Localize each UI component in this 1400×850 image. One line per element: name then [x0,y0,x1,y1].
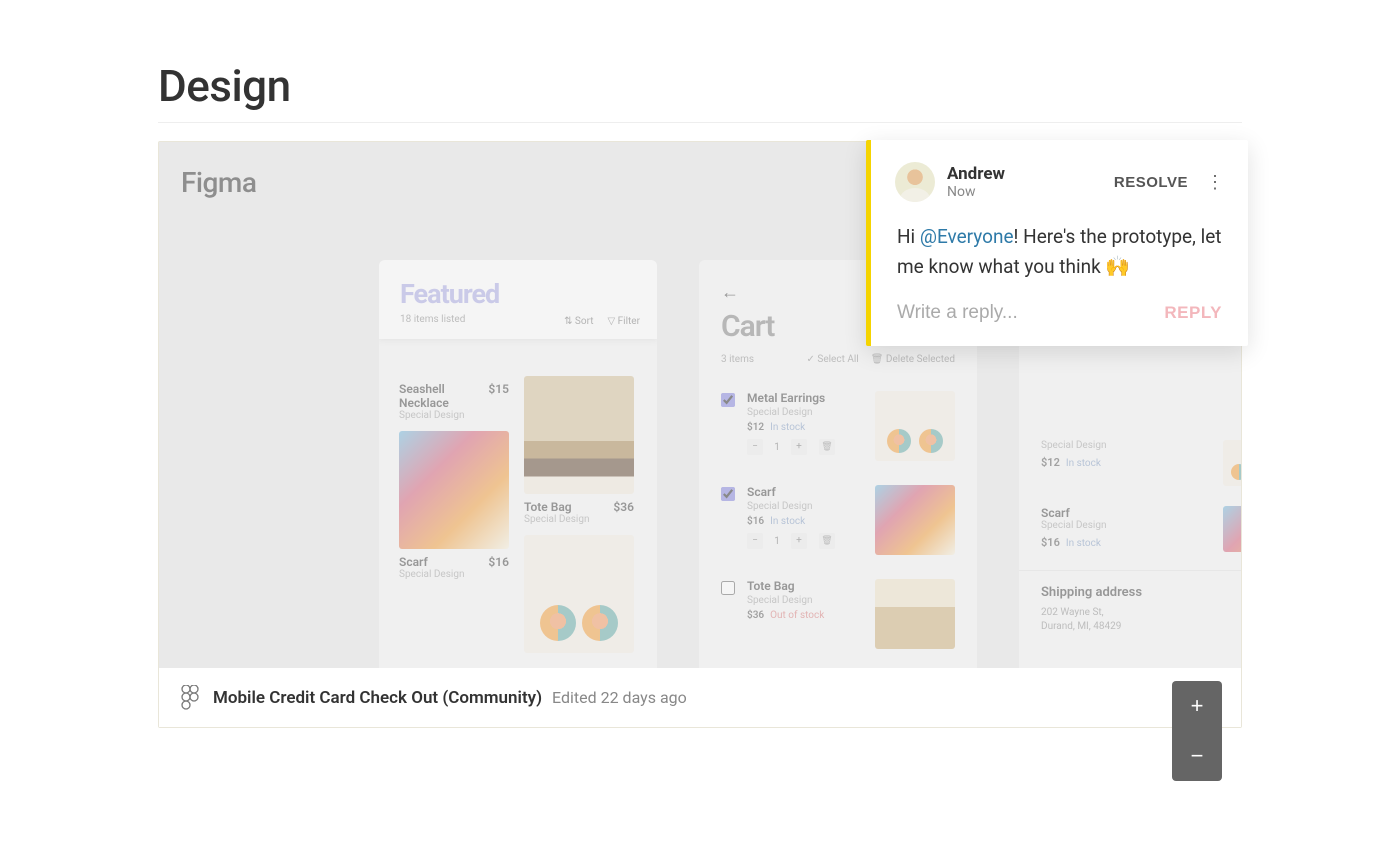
product-name: Seashell Necklace [399,382,488,410]
checkout-item-desc: Special Design [1041,440,1215,451]
select-all: ✓ Select All [807,354,859,365]
cart-item-desc: Special Design [747,407,863,418]
zoom-controls: + − [1172,681,1222,781]
filter-control: ▽ Filter [607,316,640,327]
product-name: Scarf [399,555,428,569]
address-line-2: Durand, MI, 48429 [1041,620,1241,634]
checkout-item-desc: Special Design [1041,520,1215,531]
sort-control: ⇅ Sort [564,316,593,327]
cart-item-desc: Special Design [747,501,863,512]
file-edited-meta: Edited 22 days ago [552,688,687,707]
featured-title: Featured [400,278,636,310]
product-price: $36 [613,500,634,514]
product-price: $16 [488,555,509,569]
checkout-item-price: $16 [1041,536,1060,549]
cart-item-thumb [875,485,955,555]
product-tile: Seashell Necklace$15 Special Design Scar… [399,376,509,653]
comment-author: Andrew [947,164,1005,184]
reply-button[interactable]: REPLY [1164,303,1222,323]
product-desc: Special Design [399,569,509,580]
file-name[interactable]: Mobile Credit Card Check Out (Community) [213,688,542,708]
cart-item-checkbox [721,393,735,407]
frame-featured: Seashell Necklace$15 Special Design Scar… [379,260,657,668]
embed-footer: Mobile Credit Card Check Out (Community)… [159,668,1241,727]
checkout-item-name: Scarf [1041,506,1215,520]
qty-plus: + [791,533,807,549]
cart-count: 3 items [721,354,754,365]
qty-value: 1 [767,536,787,547]
checkout-item: Special Design $12 In stock [1041,430,1241,496]
product-name: Tote Bag [524,500,572,514]
product-image [524,376,634,494]
comment-body: Hi @Everyone! Here's the prototype, let … [871,212,1248,298]
mention[interactable]: @Everyone [920,225,1014,248]
resolve-button[interactable]: RESOLVE [1114,174,1188,191]
cart-item: Metal Earrings Special Design $12 In stoc… [721,379,955,473]
cart-item: Tote Bag Special Design $36 Out of stock [721,567,955,661]
checkout-item-stock: In stock [1066,538,1101,549]
qty-plus: + [791,439,807,455]
more-options-button[interactable]: ⋮ [1206,173,1224,191]
comment-text: Hi [897,225,920,248]
trash-icon: 🗑 [819,439,835,455]
product-desc: Special Design [399,410,509,421]
featured-header: Featured 18 items listed ⇅ Sort ▽ Filter [379,260,657,339]
product-desc: Special Design [524,514,634,525]
cart-item-checkbox [721,487,735,501]
checkout-item-price: $12 [1041,456,1060,469]
shipping-section: Shipping address 202 Wayne St, Durand, M… [1019,570,1241,648]
checkout-item-thumb [1223,506,1241,552]
figma-logo-icon [181,685,199,711]
shipping-title: Shipping address [1041,585,1241,600]
comment-time: Now [947,184,1005,200]
checkout-item-stock: In stock [1066,458,1101,469]
product-image [524,535,634,653]
product-price: $15 [488,382,509,396]
cart-item-stock: In stock [770,516,805,527]
cart-item-checkbox [721,581,735,595]
cart-item-price: $16 [747,516,764,527]
checkout-item: Scarf Special Design $16 In stock [1041,496,1241,562]
cart-item-name: Tote Bag [747,579,863,593]
embed-tool-label: Figma [181,166,256,199]
qty-value: 1 [767,442,787,453]
cart-item: Scarf Special Design $16 In stock −1 + 🗑 [721,473,955,567]
product-tile: Tote Bag $36 Special Design [524,376,634,653]
qty-minus: − [747,533,763,549]
qty-minus: − [747,439,763,455]
cart-item-name: Metal Earrings [747,391,863,405]
reply-input[interactable] [897,302,1164,324]
cart-item-price: $36 [747,610,764,621]
cart-item-thumb [875,579,955,649]
cart-item-stock: Out of stock [770,610,824,621]
comment-panel: Andrew Now RESOLVE ⋮ Hi @Everyone! Here'… [866,140,1248,346]
checkout-item-thumb [1223,440,1241,486]
zoom-out-button[interactable]: − [1172,731,1222,781]
cart-item-price: $12 [747,422,764,433]
raised-hands-emoji-icon: 🙌 [1105,254,1130,278]
trash-icon: 🗑 [819,533,835,549]
avatar [895,162,935,202]
cart-item-thumb [875,391,955,461]
cart-item-name: Scarf [747,485,863,499]
delete-selected: 🗑 Delete Selected [871,354,955,365]
page-title: Design [158,60,1242,123]
cart-item-desc: Special Design [747,595,863,606]
zoom-in-button[interactable]: + [1172,681,1222,731]
cart-item-stock: In stock [770,422,805,433]
address-line-1: 202 Wayne St, [1041,606,1241,620]
product-image [399,431,509,549]
